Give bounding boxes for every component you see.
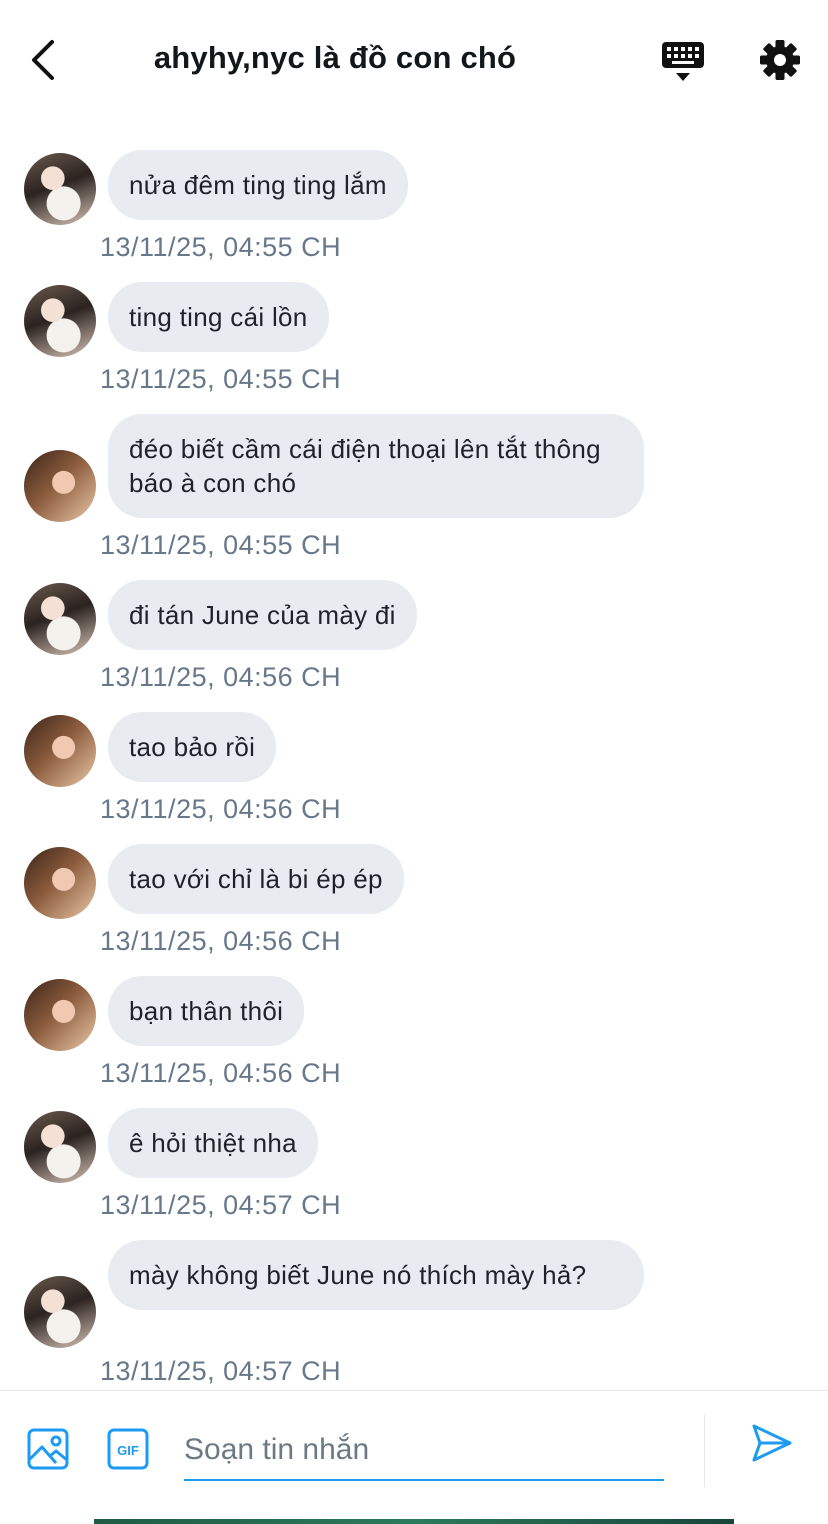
conversation-title: ahyhy,nyc là đồ con chó [153,40,517,75]
message-bubble[interactable]: đi tán June của mày đi [108,580,417,650]
avatar[interactable] [24,847,96,919]
composer-divider [704,1415,705,1487]
avatar[interactable] [24,153,96,225]
keyboard-icon [662,42,704,81]
avatar[interactable] [24,1276,96,1348]
add-image-button[interactable] [26,1427,70,1471]
message-timestamp: 13/11/25, 04:56 CH [100,662,342,692]
message-timestamp: 13/11/25, 04:56 CH [100,926,342,956]
message-bubble[interactable]: tao bảo rồi [108,712,277,782]
add-gif-button[interactable]: GIF [106,1427,150,1471]
message-bubble[interactable]: tao với chỉ là bi ép ép [108,844,404,914]
send-button[interactable] [750,1421,794,1465]
conversation-header: ahyhy,nyc là đồ con chó [0,0,828,120]
gear-icon [760,40,800,80]
message-bubble[interactable]: bạn thân thôi [108,976,305,1046]
avatar[interactable] [24,450,96,522]
avatar[interactable] [24,285,96,357]
message-bubble[interactable]: ting ting cái lồn [108,282,329,352]
image-icon [27,1428,69,1470]
settings-button[interactable] [758,38,802,82]
keyboard-toggle-button[interactable] [660,38,708,84]
message-timestamp: 13/11/25, 04:57 CH [100,1356,342,1386]
home-indicator [94,1519,734,1524]
message-input[interactable] [184,1421,664,1481]
message-bubble[interactable]: đéo biết cầm cái điện thoại lên tắt thôn… [108,414,644,518]
message-bubble[interactable]: mày không biết June nó thích mày hả? [108,1240,644,1310]
gif-label: GIF [117,1443,139,1458]
message-list[interactable]: nửa đêm ting ting lắm 13/11/25, 04:55 CH… [0,140,828,1390]
message-timestamp: 13/11/25, 04:55 CH [100,530,342,560]
message-timestamp: 13/11/25, 04:55 CH [100,364,342,394]
message-bubble[interactable]: ê hỏi thiệt nha [108,1108,318,1178]
message-timestamp: 13/11/25, 04:55 CH [100,232,342,262]
send-icon [752,1424,792,1462]
avatar[interactable] [24,979,96,1051]
message-composer: GIF [0,1390,828,1524]
message-timestamp: 13/11/25, 04:56 CH [100,1058,342,1088]
message-bubble[interactable]: nửa đêm ting ting lắm [108,150,408,220]
avatar[interactable] [24,583,96,655]
message-timestamp: 13/11/25, 04:57 CH [100,1190,342,1220]
message-timestamp: 13/11/25, 04:56 CH [100,794,342,824]
avatar[interactable] [24,1111,96,1183]
avatar[interactable] [24,715,96,787]
dm-conversation-screen: ahyhy,nyc là đồ con chó nửa đêm ting tin… [0,0,828,1524]
gif-icon: GIF [107,1428,149,1470]
